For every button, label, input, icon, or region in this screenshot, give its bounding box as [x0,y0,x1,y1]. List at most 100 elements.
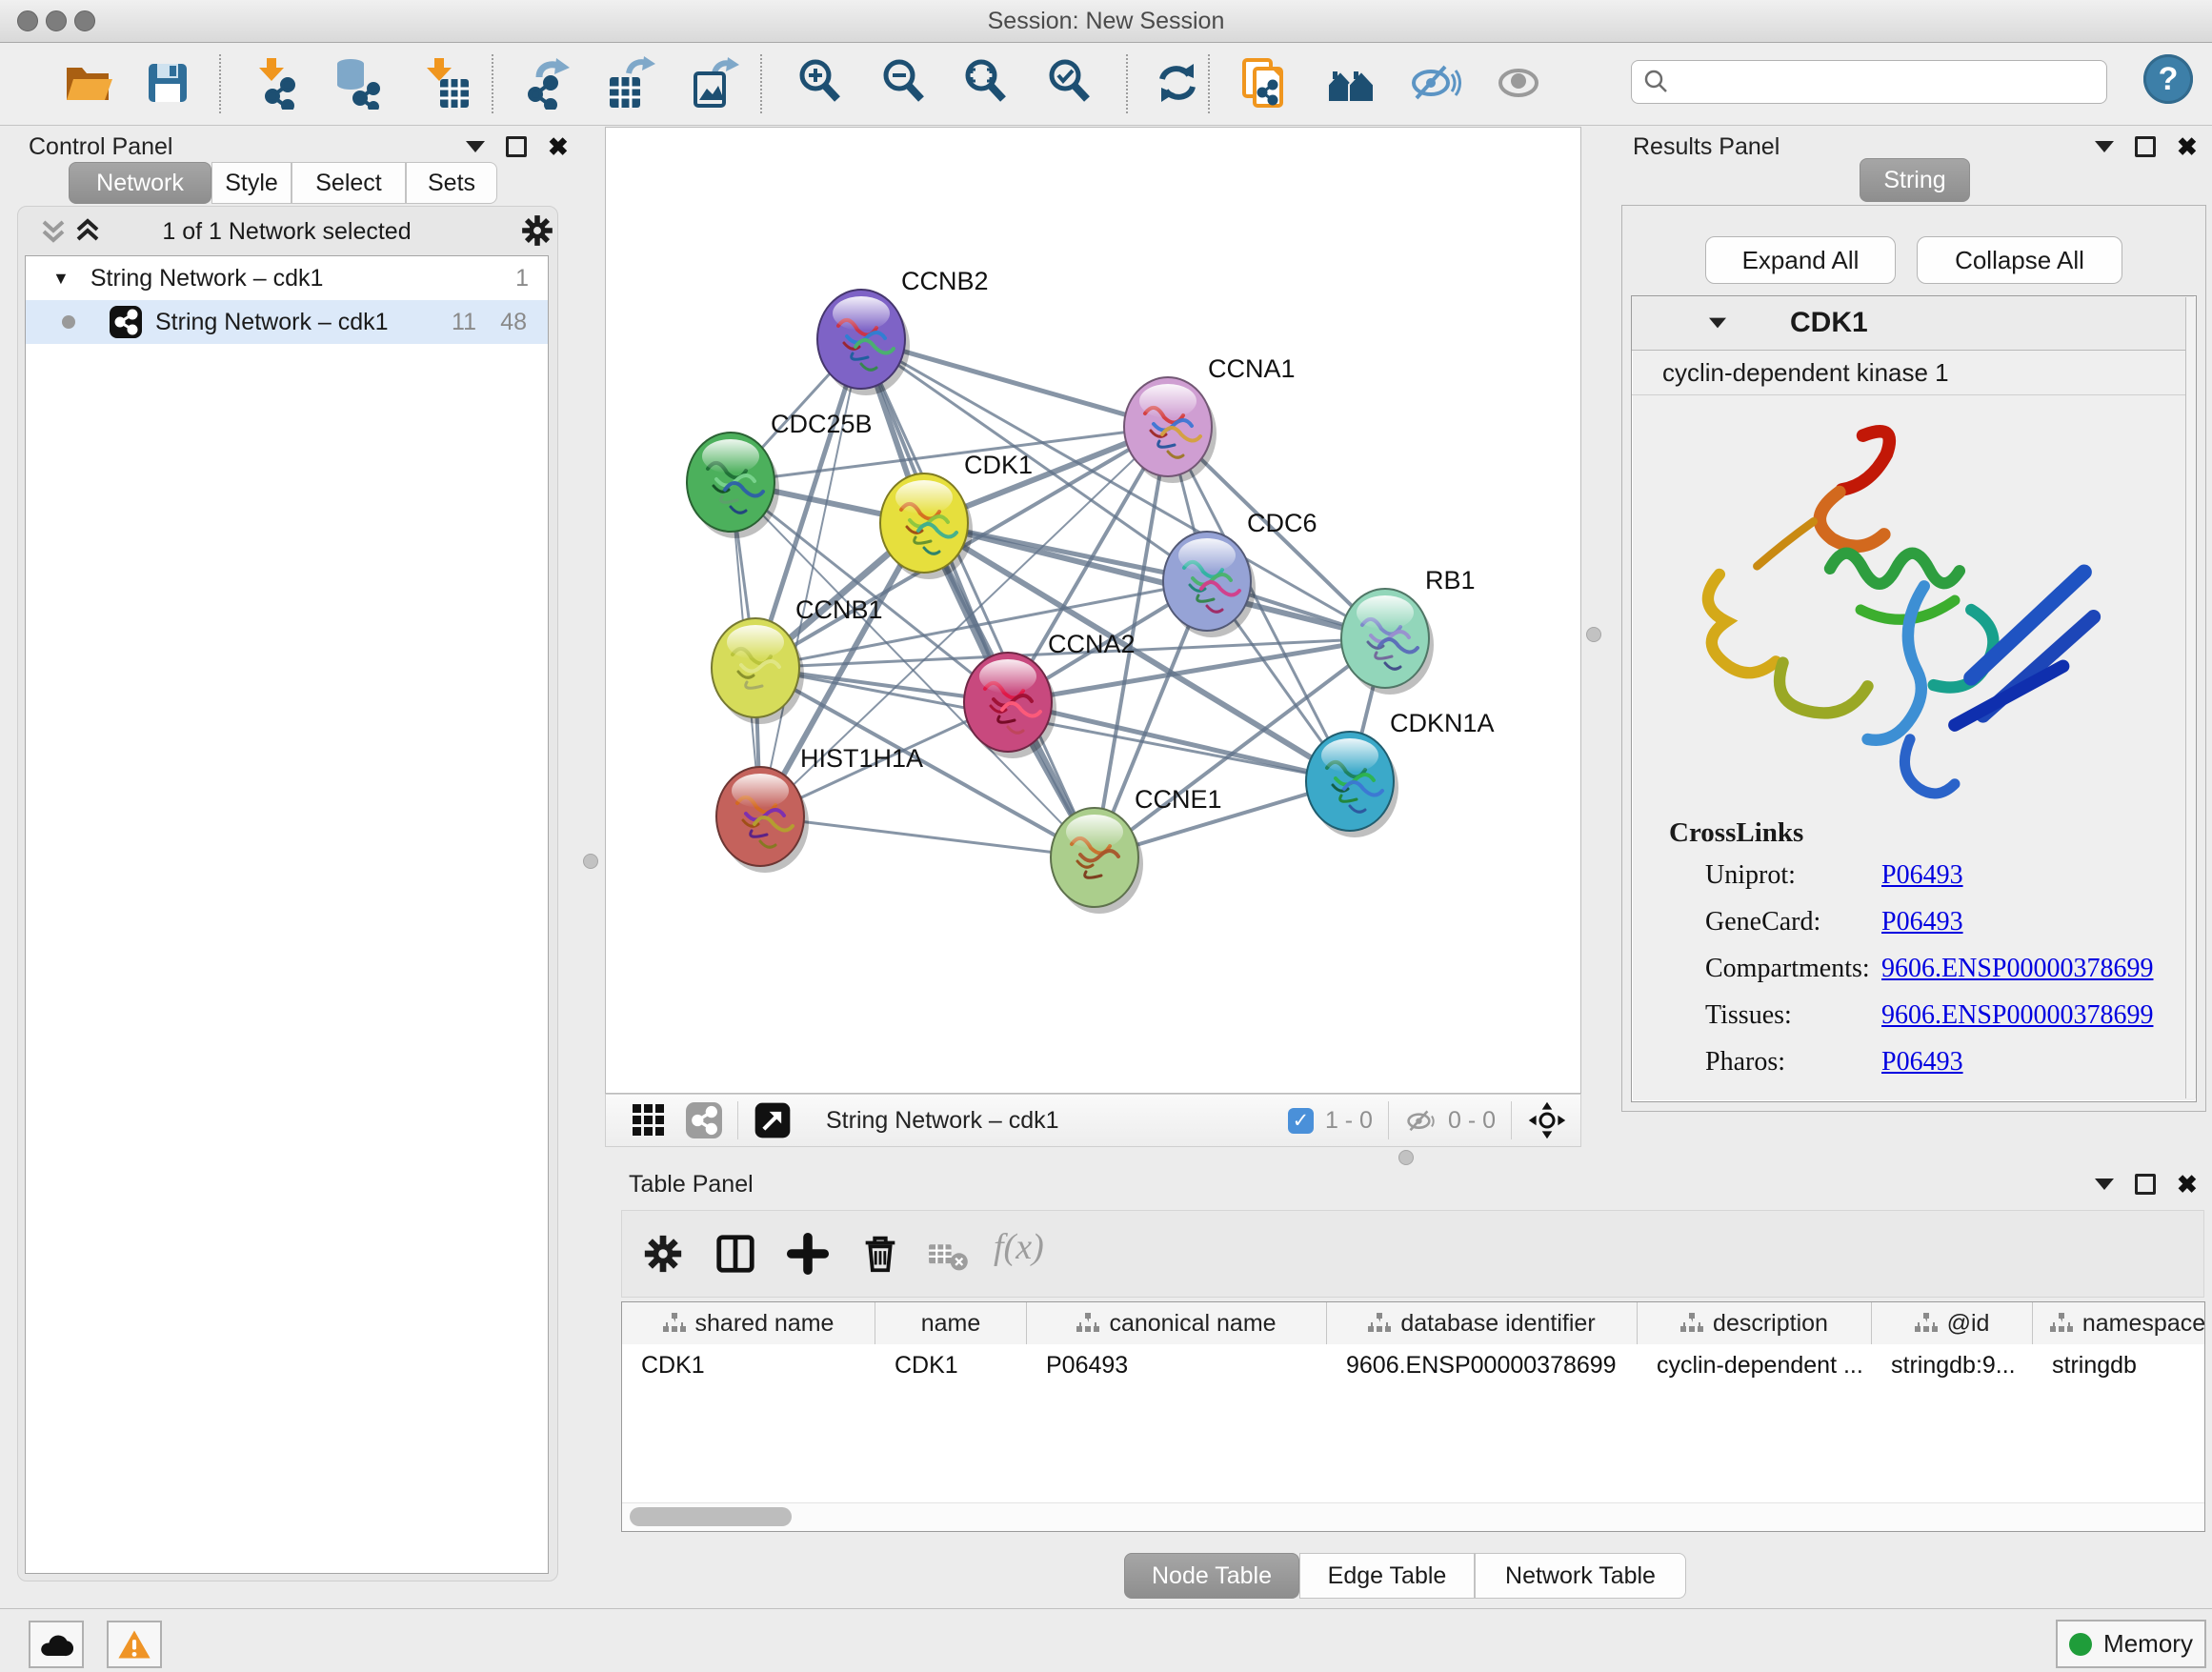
node-CCNB2[interactable]: CCNB2 [817,267,989,395]
column-header-canonical-name[interactable]: canonical name [1027,1302,1327,1344]
memory-button[interactable]: Memory [2056,1620,2206,1668]
tab-style[interactable]: Style [211,162,292,204]
export-network-icon[interactable] [522,56,575,110]
table-cell[interactable]: CDK1 [875,1344,1027,1386]
tab-network-table[interactable]: Network Table [1475,1553,1686,1599]
table-horizontal-scrollbar[interactable] [622,1502,2204,1532]
crosslink-row: Tissues:9606.ENSP00000378699 [1705,1000,2182,1031]
tab-network[interactable]: Network [69,162,211,204]
node-CDC25B[interactable]: CDC25B [687,410,873,538]
network-canvas[interactable]: CCNB2CCNA1CDC25BCDK1CDC6RB1CCNB1CCNA2CDK… [605,127,1581,1094]
table-cell[interactable]: cyclin-dependent ... [1638,1344,1872,1386]
import-network-from-database-icon[interactable] [332,56,385,110]
node-CDKN1A[interactable]: CDKN1A [1306,709,1495,837]
network-options-gear-icon[interactable] [519,212,555,249]
delete-column-trash-icon[interactable] [858,1232,902,1276]
show-columns-icon[interactable] [714,1232,757,1276]
node-CCNB1[interactable]: CCNB1 [712,595,883,724]
cloud-button[interactable] [29,1621,84,1668]
table-cell[interactable]: stringdb [2033,1344,2205,1386]
control-panel-float-icon[interactable] [506,136,527,157]
collection-expander-icon[interactable]: ▼ [52,269,70,289]
results-panel-float-icon[interactable] [2135,136,2156,157]
string-view-icon[interactable] [686,1102,722,1138]
toolbar-separator [1208,54,1210,113]
export-table-icon[interactable] [604,56,657,110]
network-selection-status: 1 of 1 Network selected [10,218,564,246]
zoom-fit-icon[interactable] [960,56,1014,110]
clone-network-icon[interactable] [1238,56,1292,110]
hide-selected-eye-icon[interactable] [1408,56,1461,110]
node-CCNA1[interactable]: CCNA1 [1124,354,1296,483]
node-CCNE1[interactable]: CCNE1 [1051,785,1222,914]
zoom-in-icon[interactable] [794,56,848,110]
apply-layout-icon[interactable] [1151,56,1204,110]
birdseye-view-icon[interactable] [754,1101,792,1139]
help-button[interactable]: ? [2143,54,2193,104]
crosslink-uniprot-link[interactable]: P06493 [1881,860,1963,891]
node-RB1[interactable]: RB1 [1341,566,1476,695]
crosslink-tissues-link[interactable]: 9606.ENSP00000378699 [1881,1000,2153,1031]
column-header-description[interactable]: description [1638,1302,1872,1344]
import-table-icon[interactable] [417,56,471,110]
network-name: String Network – cdk1 [155,309,389,336]
tab-edge-table[interactable]: Edge Table [1299,1553,1475,1599]
tab-sets[interactable]: Sets [406,162,497,204]
string-home-icon[interactable] [1324,56,1377,110]
tab-select[interactable]: Select [292,162,406,204]
table-row[interactable]: CDK1CDK1P064939606.ENSP00000378699cyclin… [622,1344,2204,1386]
results-panel-close-icon[interactable]: ✖ [2177,139,2198,154]
search-input[interactable] [1670,68,2083,96]
collapse-all-button[interactable]: Collapse All [1917,236,2122,284]
table-scrollbar-thumb[interactable] [630,1507,792,1526]
open-session-icon[interactable] [61,56,114,110]
import-network-icon[interactable] [250,56,303,110]
string-network-graph[interactable]: CCNB2CCNA1CDC25BCDK1CDC6RB1CCNB1CCNA2CDK… [606,128,1580,1093]
grid-view-icon[interactable] [633,1104,665,1137]
node-HIST1H1A[interactable]: HIST1H1A [716,744,923,873]
show-all-eye-icon[interactable] [1492,56,1545,110]
left-splitter-handle[interactable] [583,854,598,869]
zoom-out-icon[interactable] [878,56,932,110]
column-header-shared-name[interactable]: shared name [622,1302,875,1344]
warnings-button[interactable] [107,1621,162,1668]
expand-all-button[interactable]: Expand All [1705,236,1896,284]
table-cell[interactable]: 9606.ENSP00000378699 [1327,1344,1638,1386]
table-cell[interactable]: P06493 [1027,1344,1327,1386]
network-collection-row[interactable]: ▼ String Network – cdk1 1 [26,256,548,300]
results-vertical-scrollbar[interactable] [2185,297,2196,1098]
edge-HIST1H1A-CCNE1[interactable] [760,816,1095,857]
export-image-icon[interactable] [688,56,741,110]
column-header-namespace[interactable]: namespace [2033,1302,2205,1344]
bottom-splitter-handle[interactable] [1398,1150,1414,1165]
save-session-icon[interactable] [141,56,194,110]
selected-checkbox-icon[interactable]: ✓ [1288,1108,1314,1134]
gene-expander-icon[interactable] [1709,318,1726,329]
node-table[interactable]: shared namenamecanonical namedatabase id… [621,1301,2205,1532]
results-panel-menu-icon[interactable] [2095,141,2114,152]
edge-CCNA2-CDKN1A[interactable] [1008,702,1350,781]
table-cell[interactable]: stringdb:9... [1872,1344,2033,1386]
edge-CCNB2-CCNE1[interactable] [861,339,1095,857]
table-settings-gear-icon[interactable] [641,1232,685,1276]
column-header--id[interactable]: @id [1872,1302,2033,1344]
crosslink-pharos-link[interactable]: P06493 [1881,1047,1963,1078]
control-panel-menu-icon[interactable] [466,141,485,152]
tab-node-table[interactable]: Node Table [1124,1553,1299,1599]
control-panel-close-icon[interactable]: ✖ [548,139,569,154]
table-panel-close-icon[interactable]: ✖ [2177,1177,2198,1192]
zoom-selected-icon[interactable] [1044,56,1097,110]
network-row[interactable]: String Network – cdk1 11 48 [26,300,548,344]
table-panel-menu-icon[interactable] [2095,1178,2114,1190]
crosslink-compartments-link[interactable]: 9606.ENSP00000378699 [1881,954,2153,984]
column-header-name[interactable]: name [875,1302,1027,1344]
create-column-plus-icon[interactable] [786,1232,830,1276]
right-splitter-handle[interactable] [1586,627,1601,642]
tab-string-results[interactable]: String [1860,158,1970,202]
crosslink-genecard-link[interactable]: P06493 [1881,907,1963,937]
column-header-database-identifier[interactable]: database identifier [1327,1302,1638,1344]
table-cell[interactable]: CDK1 [622,1344,875,1386]
gene-header[interactable]: CDK1 [1632,296,2194,351]
table-panel-float-icon[interactable] [2135,1174,2156,1195]
fit-content-crosshair-icon[interactable] [1527,1100,1567,1140]
